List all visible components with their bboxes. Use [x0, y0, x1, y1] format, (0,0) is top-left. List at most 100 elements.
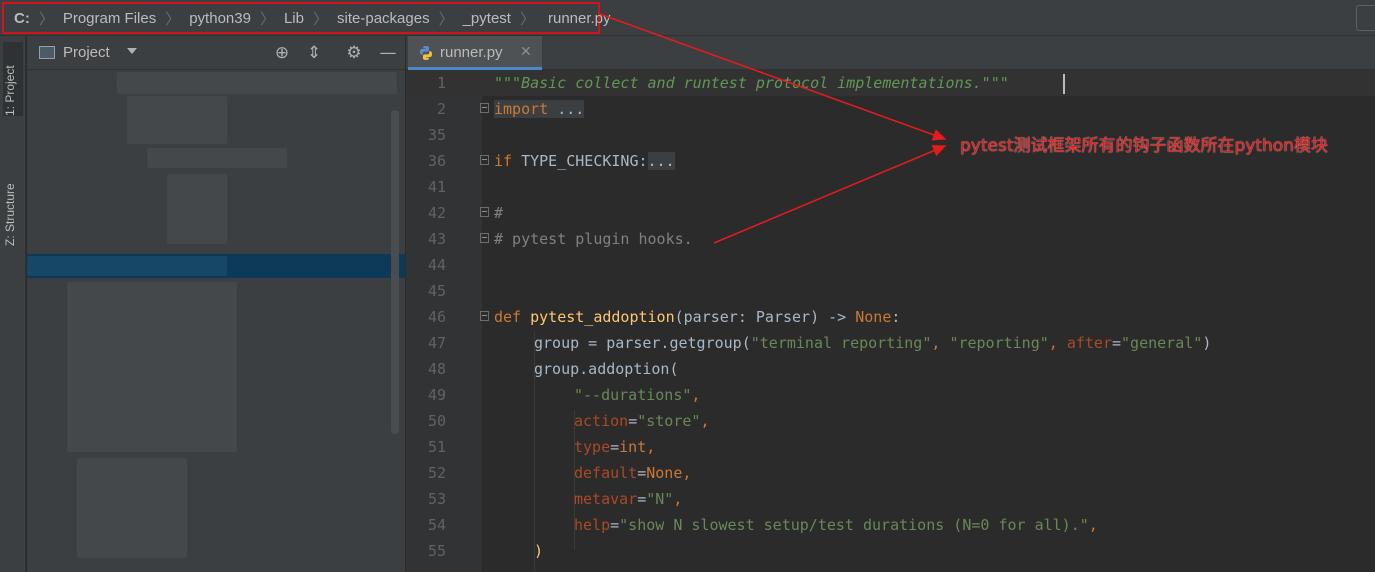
kwarg: metavar — [574, 490, 638, 508]
line-number: 46 — [427, 308, 446, 326]
locate-icon[interactable]: ⊕ — [273, 44, 291, 62]
punct: = — [610, 438, 620, 456]
tab-label: runner.py — [440, 44, 503, 61]
code-line: 47 group = parser.getgroup("terminal rep… — [406, 330, 1375, 356]
breadcrumb-item-runner-file[interactable]: runner.py — [548, 10, 611, 27]
collapse-icon[interactable]: ⇕ — [305, 44, 323, 62]
punct: = — [610, 516, 620, 534]
line-number: 42 — [427, 204, 446, 222]
line-number: 43 — [427, 230, 446, 248]
tree-item-redacted — [77, 458, 187, 558]
breadcrumb-item-site-packages[interactable]: site-packages — [337, 10, 430, 27]
tab-structure[interactable]: Z: Structure — [3, 150, 23, 246]
code-line: 49 "--durations", — [406, 382, 1375, 408]
breadcrumb-item-lib[interactable]: Lib — [284, 10, 304, 27]
code-text: type=int, — [574, 434, 655, 460]
fold-icon[interactable] — [480, 155, 489, 165]
text-caret — [1063, 74, 1065, 94]
tree-item-redacted — [167, 174, 227, 244]
kwarg: after — [1066, 334, 1112, 352]
tab-runner-py[interactable]: runner.py ✕ — [408, 36, 542, 70]
none-keyword: None — [855, 308, 892, 326]
minimize-icon[interactable]: — — [379, 44, 397, 62]
code-text: help="show N slowest setup/test duration… — [574, 512, 1098, 538]
builtin: int — [619, 438, 647, 456]
signature: : Parser) -> — [737, 308, 856, 326]
code-line: 1 """Basic collect and runtest protocol … — [406, 70, 1375, 96]
line-number: 1 — [436, 74, 446, 92]
fold-icon[interactable] — [480, 207, 489, 217]
scrollbar[interactable] — [391, 110, 399, 434]
breadcrumb-separator-icon: 〉 — [313, 10, 329, 28]
string: "reporting" — [949, 334, 1049, 352]
punct: = — [637, 464, 647, 482]
code-text: action="store", — [574, 408, 709, 434]
line-number: 36 — [427, 152, 446, 170]
tree-item-redacted — [27, 256, 227, 276]
chevron-down-icon[interactable] — [127, 48, 137, 54]
annotation-label: pytest测试框架所有的钩子函数所在python模块 — [960, 136, 1328, 156]
code-line: 54 help="show N slowest setup/test durat… — [406, 512, 1375, 538]
punct: ( — [674, 308, 684, 326]
project-panel: Project ⊕ ⇕ ⚙ — — [27, 36, 405, 572]
line-number: 50 — [427, 412, 446, 430]
project-panel-header: Project ⊕ ⇕ ⚙ — — [27, 36, 405, 70]
tree-item-redacted — [67, 282, 237, 452]
breadcrumb-separator-icon: 〉 — [438, 10, 454, 28]
line-number: 52 — [427, 464, 446, 482]
folded-region[interactable]: ... — [647, 152, 675, 170]
code-editor[interactable]: runner.py ✕ 1 """Basic collect and runte… — [406, 36, 1375, 572]
line-number: 55 — [427, 542, 446, 560]
project-panel-title[interactable]: Project — [63, 44, 110, 61]
code-line: 43 # pytest plugin hooks. — [406, 226, 1375, 252]
code-line: 42 # — [406, 200, 1375, 226]
tab-structure-label: Z: Structure — [3, 183, 17, 246]
breadcrumb-item-program-files[interactable]: Program Files — [63, 10, 156, 27]
code-line: 55 ) — [406, 538, 1375, 564]
keyword: if — [494, 152, 513, 170]
breadcrumb-item-drive[interactable]: C: — [14, 10, 30, 27]
punct: : — [891, 308, 901, 326]
identifier: TYPE_CHECKING: — [512, 152, 648, 170]
line-number: 53 — [427, 490, 446, 508]
code-line: 45 — [406, 278, 1375, 304]
punct: ) — [1202, 334, 1212, 352]
string: "--durations" — [574, 386, 692, 404]
project-tree[interactable] — [27, 70, 405, 572]
line-number: 48 — [427, 360, 446, 378]
tool-window-stripe: 1: Project Z: Structure — [0, 36, 26, 572]
punct: = — [637, 490, 647, 508]
line-number: 47 — [427, 334, 446, 352]
code-line: 51 type=int, — [406, 434, 1375, 460]
tab-project[interactable]: 1: Project — [3, 42, 23, 116]
fold-icon[interactable] — [480, 311, 489, 321]
tree-row-selected[interactable] — [27, 254, 405, 278]
line-number: 44 — [427, 256, 446, 274]
kwarg: type — [574, 438, 611, 456]
fold-icon[interactable] — [480, 103, 489, 113]
punct: , — [646, 438, 656, 456]
code-text: "--durations", — [574, 382, 700, 408]
code-text: ) — [534, 538, 543, 564]
string: "terminal reporting" — [750, 334, 932, 352]
breadcrumb-item-pytest[interactable]: _pytest — [463, 10, 511, 27]
breadcrumb-separator-icon: 〉 — [165, 10, 181, 28]
fold-icon[interactable] — [480, 233, 489, 243]
folded-region[interactable]: ... — [548, 100, 585, 118]
breadcrumb-item-python39[interactable]: python39 — [189, 10, 251, 27]
code-text: # — [494, 200, 503, 226]
punct: , — [673, 490, 683, 508]
code-segment: group = parser.getgroup( — [534, 334, 751, 352]
punct: = — [628, 412, 638, 430]
tree-item-redacted — [147, 148, 287, 168]
string: "show N slowest setup/test durations (N=… — [619, 516, 1089, 534]
code-text: def pytest_addoption(parser: Parser) -> … — [494, 304, 900, 330]
punct: = — [1112, 334, 1122, 352]
line-number: 49 — [427, 386, 446, 404]
punct: , — [682, 464, 692, 482]
code-line: 48 group.addoption( — [406, 356, 1375, 382]
breadcrumb: C: 〉 Program Files 〉 python39 〉 Lib 〉 si… — [2, 2, 611, 34]
close-icon[interactable]: ✕ — [520, 44, 532, 60]
toolbar-button[interactable] — [1356, 5, 1375, 31]
gear-icon[interactable]: ⚙ — [345, 44, 363, 62]
